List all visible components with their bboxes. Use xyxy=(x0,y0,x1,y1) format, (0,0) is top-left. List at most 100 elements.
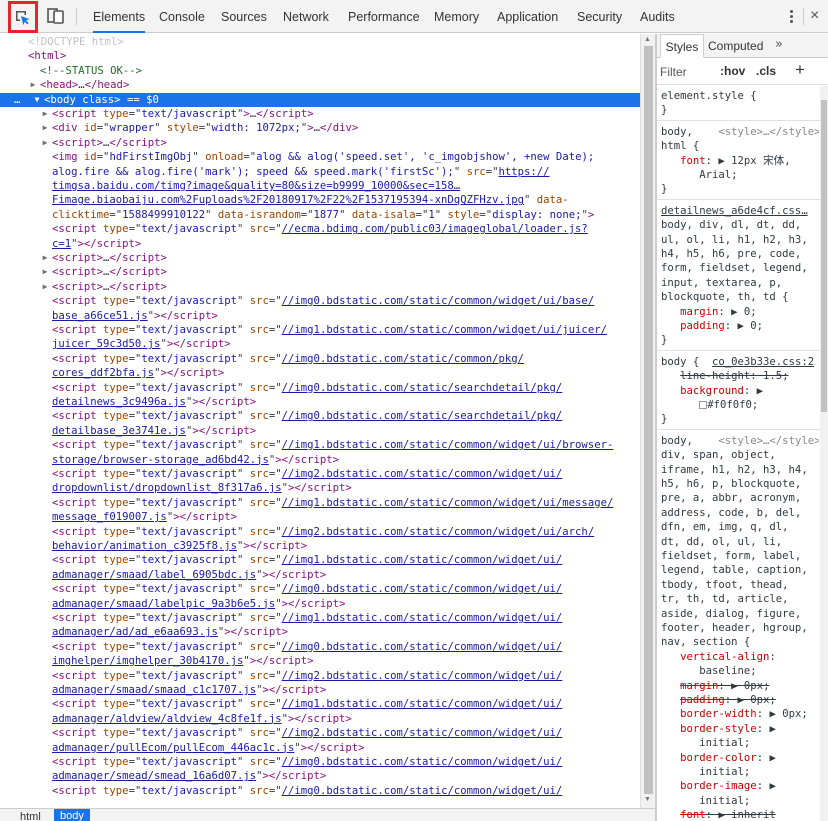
dom-node-selected[interactable]: ▼ … <body class> == $0 xyxy=(0,92,640,107)
scrollbar-thumb[interactable] xyxy=(821,100,827,412)
styles-filter-input[interactable] xyxy=(660,64,715,80)
dom-node[interactable]: <script type="text/javascript" src="//im… xyxy=(0,323,640,337)
expand-triangle-icon[interactable]: ▶ xyxy=(40,265,50,279)
scroll-up-arrow-icon[interactable]: ▲ xyxy=(644,36,651,43)
expand-triangle-icon[interactable]: ▶ xyxy=(28,78,38,92)
rule-separator xyxy=(657,349,820,351)
dom-node-text: <script type="text/javascript" src="//im… xyxy=(52,352,525,365)
dom-node[interactable]: <script type="text/javascript" src="//im… xyxy=(0,496,640,510)
expand-triangle-icon[interactable]: ▶ xyxy=(40,136,50,150)
hover-state-toggle[interactable]: :hov xyxy=(720,64,745,78)
chevron-more-icon[interactable]: » xyxy=(775,37,783,52)
dom-node[interactable]: <script type="text/javascript" src="//im… xyxy=(0,294,640,308)
inspect-element-button[interactable] xyxy=(8,1,38,33)
dom-node[interactable]: <html> xyxy=(0,49,640,63)
tab-network[interactable]: Network xyxy=(283,0,329,33)
dom-node[interactable]: <script type="text/javascript" src="//im… xyxy=(0,352,640,366)
dom-node[interactable]: Fimage.biaobaiju.com%2Fuploads%2F2018091… xyxy=(0,193,640,207)
dom-node[interactable]: ▶ <script>…</script> xyxy=(0,136,640,150)
styles-scrollbar[interactable] xyxy=(820,86,828,821)
dom-node[interactable]: clicktime="1588499910122" data-israndom=… xyxy=(0,208,640,222)
dom-node[interactable]: admanager/smaad/smaad_c1c1707.js"></scri… xyxy=(0,683,640,697)
dom-node[interactable]: <script type="text/javascript" src="//im… xyxy=(0,784,640,798)
dom-node[interactable]: timgsa.baidu.com/timg?image&quality=80&s… xyxy=(0,179,640,193)
dom-node[interactable]: <script type="text/javascript" src="//im… xyxy=(0,381,640,395)
dom-node[interactable]: admanager/smaad/label_6905bdc.js"></scri… xyxy=(0,568,640,582)
dom-node[interactable]: ▶ <script type="text/javascript">…</scrip… xyxy=(0,107,640,121)
dom-node-text: message_f019007.js"></script> xyxy=(52,511,237,524)
tab-elements[interactable]: Elements xyxy=(93,0,146,33)
dom-tree: <!DOCTYPE html> <html> <!--STATUS OK--> ▶ <h… xyxy=(0,34,640,808)
dom-node[interactable]: <script type="text/javascript" src="//im… xyxy=(0,525,640,539)
dom-node[interactable]: <script type="text/javascript" src="//im… xyxy=(0,582,640,596)
dom-node[interactable]: <script type="text/javascript" src="//im… xyxy=(0,697,640,711)
tab-performance[interactable]: Performance xyxy=(348,0,420,33)
close-icon[interactable]: × xyxy=(810,6,819,26)
dom-node[interactable]: message_f019007.js"></script> xyxy=(0,510,640,524)
dom-tree-scrollbar[interactable]: ▲ ▼ xyxy=(640,34,655,808)
dom-node[interactable]: alog.fire && alog.fire('mark'); speed &&… xyxy=(0,165,640,179)
dom-node[interactable]: <img id="hdFirstImgObj" onload="alog && … xyxy=(0,150,640,164)
dom-node[interactable]: detailbase_3e3741e.js"></script> xyxy=(0,424,640,438)
tab-memory[interactable]: Memory xyxy=(434,0,479,33)
tab-computed[interactable]: Computed xyxy=(708,34,763,58)
breadcrumb-html[interactable]: html xyxy=(20,811,41,821)
scrollbar-thumb[interactable] xyxy=(644,46,653,794)
dom-node[interactable]: ▶ <div id="wrapper" style="width: 1072px;… xyxy=(0,121,640,135)
dom-node[interactable]: <script type="text/javascript" src="//im… xyxy=(0,467,640,481)
dom-node[interactable]: admanager/smaad/labelpic_9a3b6e5.js"></s… xyxy=(0,597,640,611)
dom-node[interactable]: cores_ddf2bfa.js"></script> xyxy=(0,366,640,380)
breadcrumb-body[interactable]: body xyxy=(54,809,90,821)
dom-node-text: <script>…</script> xyxy=(52,266,167,279)
dom-node[interactable]: c=1"></script> xyxy=(0,237,640,251)
kebab-menu-icon[interactable] xyxy=(785,9,797,25)
tab-styles[interactable]: Styles xyxy=(660,34,704,58)
dom-node[interactable]: detailnews_3c9496a.js"></script> xyxy=(0,395,640,409)
dom-node[interactable]: <!--STATUS OK--> xyxy=(0,64,640,78)
dom-node[interactable]: admanager/ad/ad_e6aa693.js"></script> xyxy=(0,625,640,639)
dom-node-text: alog.fire && alog.fire('mark'); speed &&… xyxy=(52,165,550,178)
tab-audits[interactable]: Audits xyxy=(640,0,675,33)
dom-node[interactable]: <script type="text/javascript" src="//im… xyxy=(0,669,640,683)
dom-node[interactable]: <script type="text/javascript" src="//im… xyxy=(0,640,640,654)
collapse-triangle-icon[interactable]: ▼ xyxy=(32,93,42,107)
dom-node-text: <html> xyxy=(28,50,67,63)
dom-node[interactable]: juicer_59c3d50.js"></script> xyxy=(0,337,640,351)
class-toggle[interactable]: .cls xyxy=(756,64,776,78)
dom-node[interactable]: behavior/animation_c3925f8.js"></script> xyxy=(0,539,640,553)
scroll-down-arrow-icon[interactable]: ▼ xyxy=(644,796,651,803)
dom-node[interactable]: <script type="text/javascript" src="//ec… xyxy=(0,222,640,236)
dom-node[interactable]: ▶ <script>…</script> xyxy=(0,280,640,294)
dom-node[interactable]: <script type="text/javascript" src="//im… xyxy=(0,726,640,740)
dom-node[interactable]: <script type="text/javascript" src="//im… xyxy=(0,409,640,423)
device-toolbar-button[interactable] xyxy=(47,7,65,28)
node-menu-dots[interactable]: … xyxy=(14,93,20,107)
dom-node[interactable]: dropdownlist/dropdownlist_8f317a6.js"></… xyxy=(0,481,640,495)
dom-node[interactable]: ▶ <head>…</head> xyxy=(0,78,640,92)
dom-node[interactable]: <!DOCTYPE html> xyxy=(0,35,640,49)
expand-triangle-icon[interactable]: ▶ xyxy=(40,280,50,294)
expand-triangle-icon[interactable]: ▶ xyxy=(40,121,50,135)
new-rule-plus-icon[interactable]: + xyxy=(795,60,805,80)
dom-node[interactable]: admanager/pullEcom/pullEcom_446ac1c.js">… xyxy=(0,741,640,755)
dom-node[interactable]: <script type="text/javascript" src="//im… xyxy=(0,755,640,769)
dom-node[interactable]: base_a66ce51.js"></script> xyxy=(0,309,640,323)
dom-node[interactable]: <script type="text/javascript" src="//im… xyxy=(0,611,640,625)
dom-node[interactable]: imghelper/imghelper_30b4170.js"></script… xyxy=(0,654,640,668)
tab-sources[interactable]: Sources xyxy=(221,0,267,33)
dom-node[interactable]: <script type="text/javascript" src="//im… xyxy=(0,553,640,567)
tab-application[interactable]: Application xyxy=(497,0,558,33)
dom-node[interactable]: admanager/smead/smead_16a6d07.js"></scri… xyxy=(0,769,640,783)
dom-node-text: detailbase_3e3741e.js"></script> xyxy=(52,424,257,437)
dom-node[interactable]: <script type="text/javascript" src="//im… xyxy=(0,438,640,452)
dom-node[interactable]: ▶ <script>…</script> xyxy=(0,265,640,279)
dom-node[interactable]: admanager/aldview/aldview_4c8fe1f.js"></… xyxy=(0,712,640,726)
expand-triangle-icon[interactable]: ▶ xyxy=(40,251,50,265)
tab-security[interactable]: Security xyxy=(577,0,622,33)
dom-node[interactable]: storage/browser-storage_ad6bd42.js"></sc… xyxy=(0,453,640,467)
style-rule-line: vertical-align: xyxy=(680,650,776,663)
expand-triangle-icon[interactable]: ▶ xyxy=(40,107,50,121)
tab-console[interactable]: Console xyxy=(159,0,205,33)
dom-node[interactable]: ▶ <script>…</script> xyxy=(0,251,640,265)
style-rule-line: html { xyxy=(661,140,700,153)
